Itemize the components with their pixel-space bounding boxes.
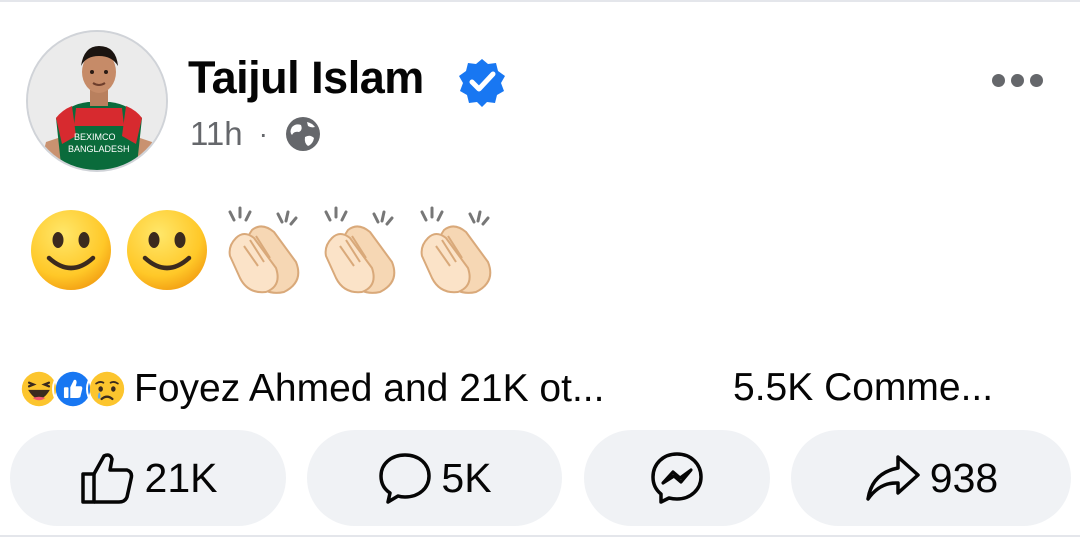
clapping-hands-emoji [420,206,492,294]
avatar-photo: BEXIMCO BANGLADESH [28,32,166,170]
clapping-hands-emoji [228,206,300,294]
thumbs-up-icon [80,453,133,504]
more-options-icon[interactable] [992,66,1048,94]
more-dot [1030,73,1043,87]
clapping-hands-emoji [324,206,396,294]
reaction-summary-text[interactable]: Foyez Ahmed and 21K ot... [134,367,604,411]
send-in-messenger-button[interactable] [584,430,770,526]
jersey-sponsor-text: BEXIMCO [74,132,116,142]
share-button[interactable]: 938 [791,430,1071,526]
action-bar: 21K 5K 938 [0,430,1080,526]
author-name[interactable]: Taijul Islam [188,52,424,104]
post-meta: 11h · [190,112,322,156]
avatar[interactable]: BEXIMCO BANGLADESH [26,30,168,172]
post-time[interactable]: 11h [190,115,243,153]
more-dot [1011,73,1024,87]
comment-count: 5K [441,454,492,501]
comment-bubble-icon [379,453,432,504]
share-arrow-icon [866,455,920,501]
messenger-icon [651,452,703,504]
globe-icon[interactable] [284,115,322,153]
post-text [30,202,496,298]
comment-button[interactable]: 5K [307,430,562,526]
post-card: BEXIMCO BANGLADESH Taijul Islam 11h · Fo… [0,0,1080,537]
comments-count-link[interactable]: 5.5K Comme... [733,366,993,410]
reactions-bar[interactable]: Foyez Ahmed and 21K ot... [18,364,604,414]
more-dot [992,73,1005,87]
jersey-country-text: BANGLADESH [68,144,130,154]
meta-separator: · [258,118,268,149]
like-button[interactable]: 21K [10,430,286,526]
share-count: 938 [929,454,999,501]
like-count: 21K [144,454,218,501]
smiling-face-emoji [127,210,207,290]
verified-badge-icon [459,59,505,107]
smiling-face-emoji [31,210,111,290]
sad-reaction-icon [86,368,128,410]
